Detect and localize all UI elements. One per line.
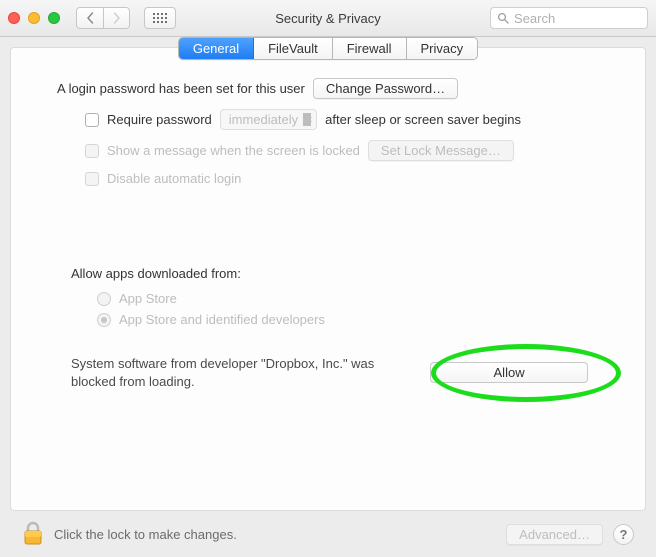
tab-filevault[interactable]: FileVault	[254, 38, 333, 59]
show-lock-message-checkbox[interactable]	[85, 144, 99, 158]
tab-general[interactable]: General	[179, 38, 254, 59]
radio-app-store-label: App Store	[119, 291, 177, 306]
allow-button[interactable]: Allow	[430, 362, 588, 383]
show-all-button[interactable]	[144, 7, 176, 29]
radio-identified-label: App Store and identified developers	[119, 312, 325, 327]
search-input[interactable]: Search	[490, 7, 648, 29]
minimize-window-button[interactable]	[28, 12, 40, 24]
zoom-window-button[interactable]	[48, 12, 60, 24]
toolbar: Security & Privacy Search	[0, 0, 656, 37]
require-password-row: Require password immediately after sleep…	[85, 109, 615, 130]
require-password-delay-popup[interactable]: immediately	[220, 109, 317, 130]
footer: Click the lock to make changes. Advanced…	[10, 511, 646, 557]
search-icon	[497, 12, 509, 24]
general-pane: A login password has been set for this u…	[11, 48, 645, 410]
login-password-text: A login password has been set for this u…	[57, 81, 305, 96]
set-lock-message-button[interactable]: Set Lock Message…	[368, 140, 514, 161]
require-password-label: Require password	[107, 112, 212, 127]
change-password-button[interactable]: Change Password…	[313, 78, 458, 99]
disable-auto-login-checkbox[interactable]	[85, 172, 99, 186]
blocked-software-message: System software from developer "Dropbox,…	[71, 355, 415, 390]
disable-auto-login-row: Disable automatic login	[85, 171, 615, 186]
close-window-button[interactable]	[8, 12, 20, 24]
help-button[interactable]: ?	[613, 524, 634, 545]
tab-privacy[interactable]: Privacy	[407, 38, 478, 59]
lock-icon[interactable]	[22, 521, 44, 547]
forward-button[interactable]	[103, 7, 130, 29]
lock-hint-text: Click the lock to make changes.	[54, 527, 237, 542]
tab-firewall[interactable]: Firewall	[333, 38, 407, 59]
require-password-checkbox[interactable]	[85, 113, 99, 127]
blocked-software-row: System software from developer "Dropbox,…	[71, 355, 593, 390]
require-password-suffix: after sleep or screen saver begins	[325, 112, 521, 127]
show-lock-message-label: Show a message when the screen is locked	[107, 143, 360, 158]
allow-apps-heading: Allow apps downloaded from:	[71, 266, 615, 281]
radio-identified-input[interactable]	[97, 313, 111, 327]
tab-bar: General FileVault Firewall Privacy	[11, 37, 645, 60]
lock-message-row: Show a message when the screen is locked…	[85, 140, 615, 161]
window-controls	[8, 12, 60, 24]
nav-group	[76, 7, 130, 29]
login-password-row: A login password has been set for this u…	[57, 78, 615, 99]
main-panel: General FileVault Firewall Privacy A log…	[10, 47, 646, 511]
radio-app-store-input[interactable]	[97, 292, 111, 306]
disable-auto-login-label: Disable automatic login	[107, 171, 241, 186]
back-button[interactable]	[76, 7, 103, 29]
search-placeholder: Search	[514, 11, 555, 26]
advanced-button[interactable]: Advanced…	[506, 524, 603, 545]
window-body: General FileVault Firewall Privacy A log…	[0, 37, 656, 557]
radio-identified-developers[interactable]: App Store and identified developers	[97, 312, 615, 327]
radio-app-store[interactable]: App Store	[97, 291, 615, 306]
